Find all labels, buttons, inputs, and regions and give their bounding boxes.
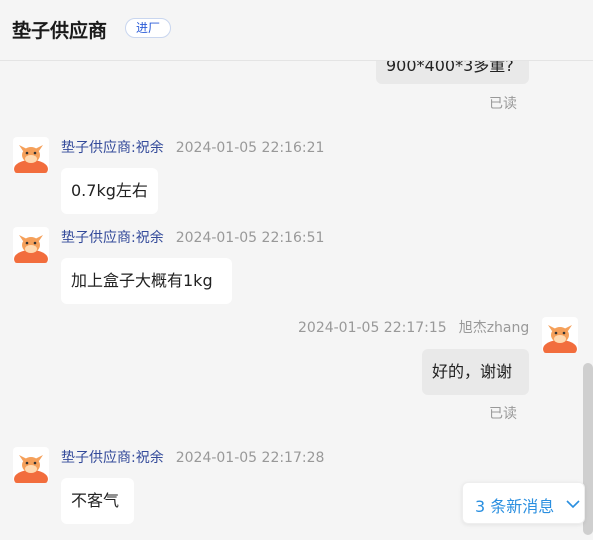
- sender-name[interactable]: 垫子供应商:祝余: [61, 140, 164, 156]
- message-text: 好的，谢谢: [432, 362, 513, 381]
- bull-avatar-icon: [13, 447, 49, 483]
- bull-avatar-icon: [542, 317, 578, 353]
- message-text: 不客气: [71, 491, 120, 510]
- message-bubble-in[interactable]: 0.7kg左右: [61, 168, 158, 214]
- avatar[interactable]: [13, 137, 49, 173]
- message-meta: 垫子供应商:祝余 2024-01-05 22:17:28: [61, 447, 324, 467]
- bull-avatar-icon: [13, 227, 49, 263]
- message-time: 2024-01-05 22:16:51: [175, 230, 325, 246]
- chat-title: 垫子供应商: [12, 20, 108, 42]
- message-meta: 垫子供应商:祝余 2024-01-05 22:16:21: [61, 137, 324, 157]
- message-text: 0.7kg左右: [71, 181, 148, 200]
- message-time: 2024-01-05 22:16:21: [175, 140, 325, 156]
- sender-name[interactable]: 垫子供应商:祝余: [61, 450, 164, 466]
- read-receipt: 已读: [489, 406, 517, 422]
- status-badge[interactable]: 进厂: [125, 18, 172, 38]
- message-bubble-in[interactable]: 加上盒子大概有1kg: [61, 258, 232, 304]
- avatar[interactable]: [13, 447, 49, 483]
- new-messages-button[interactable]: 3 条新消息: [462, 482, 585, 524]
- message-meta: 2024-01-05 22:17:15 旭杰zhang: [298, 317, 529, 337]
- message-bubble-out[interactable]: 好的，谢谢: [422, 349, 529, 395]
- message-text: 加上盒子大概有1kg: [71, 271, 213, 290]
- avatar[interactable]: [13, 227, 49, 263]
- new-messages-label: 3 条新消息: [475, 497, 555, 516]
- chat-header: 垫子供应商 进厂: [0, 0, 593, 61]
- message-meta: 垫子供应商:祝余 2024-01-05 22:16:51: [61, 227, 324, 247]
- message-time: 2024-01-05 22:17:28: [175, 450, 325, 466]
- chevron-down-icon: [566, 500, 580, 509]
- sender-name[interactable]: 旭杰zhang: [459, 320, 530, 336]
- message-bubble-in[interactable]: 不客气: [61, 478, 134, 524]
- bull-avatar-icon: [13, 137, 49, 173]
- avatar[interactable]: [542, 317, 578, 353]
- read-receipt: 已读: [489, 96, 517, 112]
- sender-name[interactable]: 垫子供应商:祝余: [61, 230, 164, 246]
- message-time: 2024-01-05 22:17:15: [298, 320, 447, 336]
